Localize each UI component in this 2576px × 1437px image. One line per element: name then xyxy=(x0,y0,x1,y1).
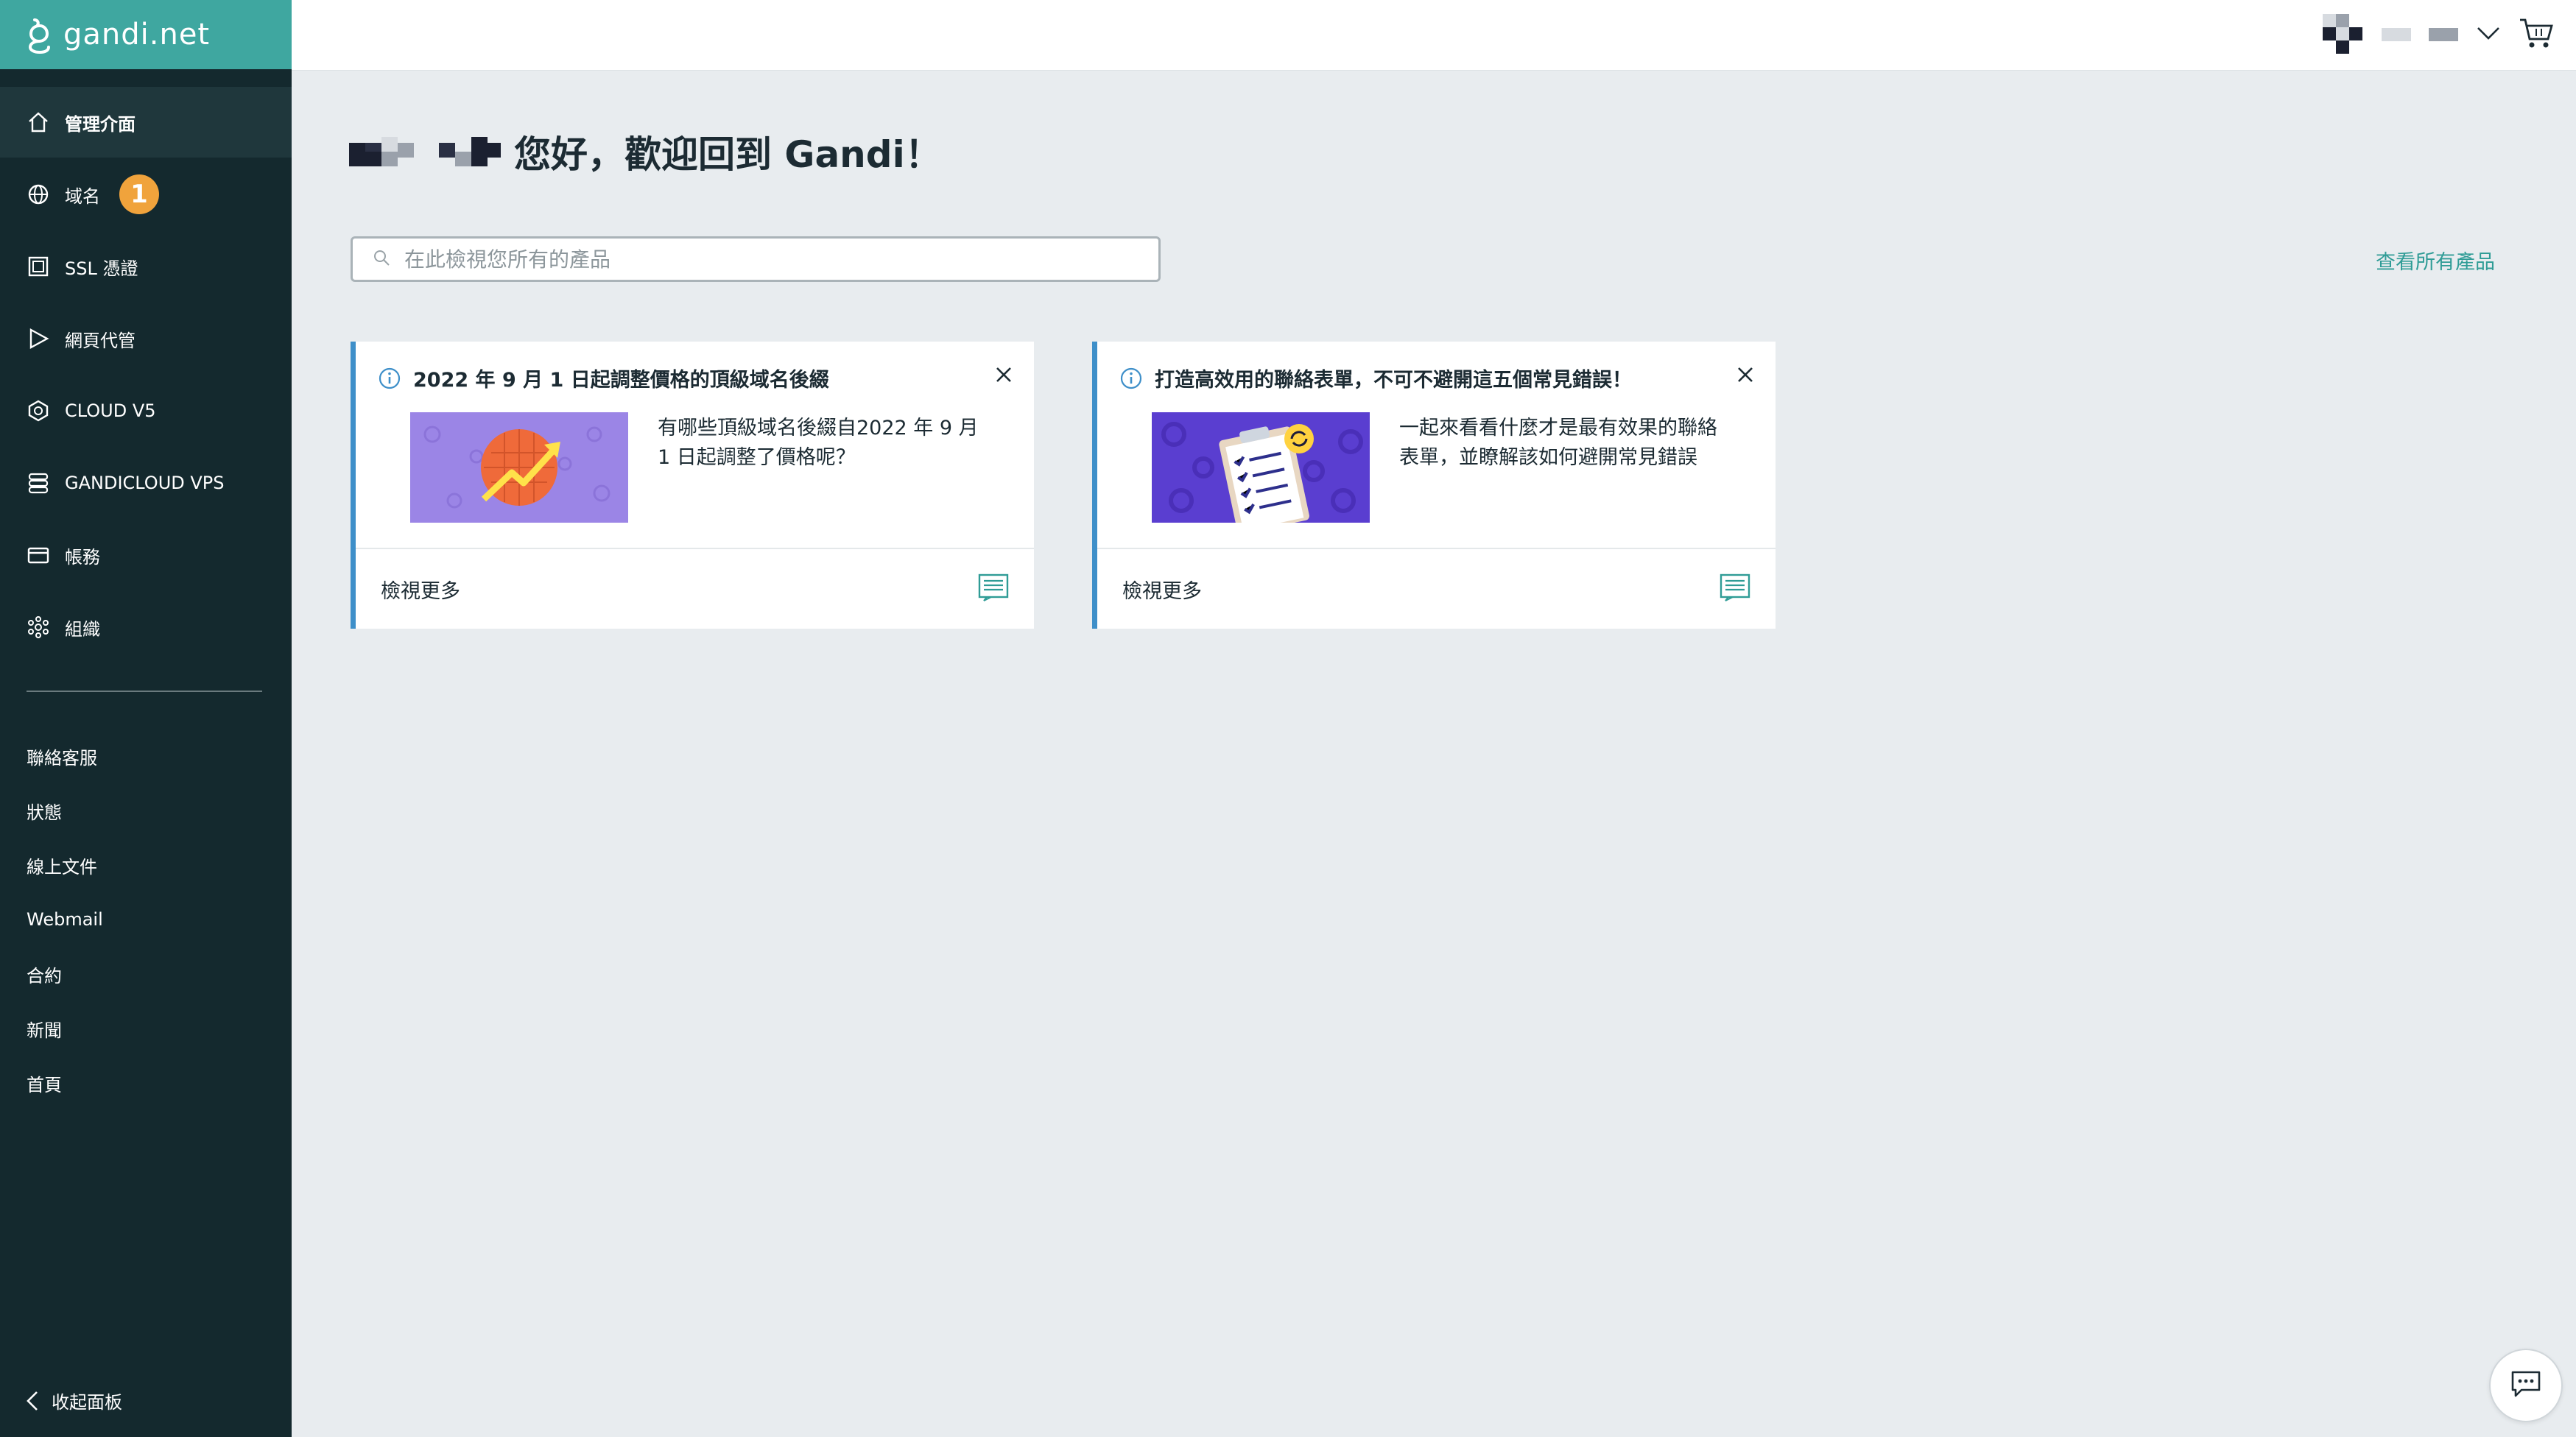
search-input[interactable] xyxy=(404,247,1067,272)
sidebar-item-label: CLOUD V5 xyxy=(65,400,156,421)
sidebar-item-label: 域名 xyxy=(65,186,100,207)
redacted-name xyxy=(349,137,426,166)
card-title-text: 打造高效用的聯絡表單，不可不避開這五個常見錯誤！ xyxy=(1155,369,1632,392)
card-footer[interactable]: 檢視更多 xyxy=(1097,549,1776,629)
page-title: 您好，歡迎回到 Gandi！ xyxy=(349,125,942,178)
chevron-left-icon xyxy=(25,1389,40,1413)
card-image-clipboard xyxy=(1152,412,1370,523)
card-content: 打造高效用的聯絡表單，不可不避開這五個常見錯誤！ 一起來看看什麼才是最有效果的聯… xyxy=(1097,342,1776,549)
link-docs[interactable]: 線上文件 xyxy=(27,838,103,892)
sidebar-item-label: 管理介面 xyxy=(65,113,136,135)
article-icon xyxy=(1720,573,1750,604)
cart-icon[interactable] xyxy=(2519,17,2554,52)
sidebar-links: 聯絡客服 狀態 線上文件 Webmail 合約 新聞 首頁 xyxy=(27,729,103,1110)
sidebar-item-label: 網頁代管 xyxy=(65,330,136,351)
chat-button[interactable] xyxy=(2489,1349,2563,1422)
sidebar-item-label: GANDICLOUD VPS xyxy=(65,473,225,493)
logo-bar[interactable]: gandi.net xyxy=(0,0,292,69)
close-icon[interactable] xyxy=(994,365,1013,387)
sidebar-item-hosting[interactable]: 網頁代管 xyxy=(0,303,292,374)
collapse-panel-button[interactable]: 收起面板 xyxy=(25,1388,122,1413)
chat-icon xyxy=(2510,1369,2542,1402)
server-stack-icon xyxy=(25,470,52,496)
search-icon xyxy=(372,248,391,270)
cloud-icon xyxy=(25,398,52,424)
greeting-text: 您好，歡迎回到 Gandi！ xyxy=(514,133,942,176)
sidebar-item-billing[interactable]: 帳務 xyxy=(0,520,292,590)
chevron-down-icon[interactable] xyxy=(2476,26,2501,43)
view-more-link[interactable]: 檢視更多 xyxy=(381,575,460,604)
globe-icon xyxy=(25,181,52,208)
sidebar: gandi.net 管理介面 域名 1 SSL 憑證 網頁代管 CLOUD V5… xyxy=(0,0,292,1437)
view-all-products-link[interactable]: 查看所有產品 xyxy=(2376,246,2495,275)
close-icon[interactable] xyxy=(1736,365,1755,387)
card-title-text: 2022 年 9 月 1 日起調整價格的頂級域名後綴 xyxy=(413,369,829,392)
sidebar-item-domains[interactable]: 域名 1 xyxy=(0,159,292,230)
notification-badge: 1 xyxy=(119,174,159,214)
collapse-label: 收起面板 xyxy=(52,1392,122,1413)
card-description: 一起來看看什麼才是最有效果的聯絡表單，並瞭解該如何避開常見錯誤 xyxy=(1399,417,1717,469)
redacted-name xyxy=(439,137,501,166)
brand-name: gandi.net xyxy=(63,18,211,52)
card-image-chart xyxy=(410,412,628,523)
sidebar-item-dashboard[interactable]: 管理介面 xyxy=(0,87,292,158)
card-title: 打造高效用的聯絡表單，不可不避開這五個常見錯誤！ xyxy=(1119,364,1632,392)
sidebar-item-vps[interactable]: GANDICLOUD VPS xyxy=(0,448,292,518)
gandi-logo-icon xyxy=(25,14,54,55)
organization-icon xyxy=(25,614,52,640)
sidebar-nav: 管理介面 域名 1 SSL 憑證 網頁代管 CLOUD V5 GANDICLOU… xyxy=(0,87,292,663)
link-home[interactable]: 首頁 xyxy=(27,1056,103,1110)
link-news[interactable]: 新聞 xyxy=(27,1001,103,1056)
card-content: 2022 年 9 月 1 日起調整價格的頂級域名後綴 有哪些頂級域名後綴自202… xyxy=(356,342,1034,549)
card-title: 2022 年 9 月 1 日起調整價格的頂級域名後綴 xyxy=(378,364,829,392)
link-webmail[interactable]: Webmail xyxy=(27,892,103,947)
certificate-icon xyxy=(25,253,52,280)
card-footer[interactable]: 檢視更多 xyxy=(356,549,1034,629)
sidebar-item-label: SSL 憑證 xyxy=(65,258,138,279)
news-card: 打造高效用的聯絡表單，不可不避開這五個常見錯誤！ 一起來看看什麼才是最有效果的聯… xyxy=(1092,342,1776,629)
sidebar-item-ssl[interactable]: SSL 憑證 xyxy=(0,231,292,302)
info-icon xyxy=(1119,367,1143,390)
article-icon xyxy=(978,573,1009,604)
product-search[interactable] xyxy=(351,236,1161,282)
credit-card-icon xyxy=(25,542,52,568)
sidebar-item-label: 帳務 xyxy=(65,546,100,568)
username-redacted xyxy=(2382,28,2411,41)
avatar[interactable] xyxy=(2323,14,2364,55)
link-status[interactable]: 狀態 xyxy=(27,783,103,838)
sidebar-item-organization[interactable]: 組織 xyxy=(0,592,292,663)
sidebar-divider xyxy=(27,691,262,692)
link-contracts[interactable]: 合約 xyxy=(27,947,103,1001)
link-support[interactable]: 聯絡客服 xyxy=(27,729,103,783)
username-redacted xyxy=(2429,28,2458,41)
news-card: 2022 年 9 月 1 日起調整價格的頂級域名後綴 有哪些頂級域名後綴自202… xyxy=(351,342,1034,629)
card-description: 有哪些頂級域名後綴自2022 年 9 月 1 日起調整了價格呢？ xyxy=(658,417,979,469)
play-icon xyxy=(25,325,52,352)
user-menu[interactable] xyxy=(2323,10,2554,59)
sidebar-item-cloud-v5[interactable]: CLOUD V5 xyxy=(0,375,292,446)
home-icon xyxy=(25,109,52,135)
view-more-link[interactable]: 檢視更多 xyxy=(1122,575,1202,604)
info-icon xyxy=(378,367,401,390)
sidebar-item-label: 組織 xyxy=(65,618,100,640)
topbar xyxy=(292,0,2576,71)
